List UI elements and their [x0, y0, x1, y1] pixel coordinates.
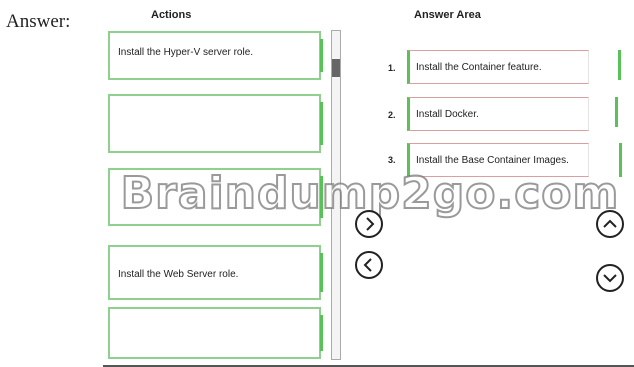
move-up-button[interactable]: [596, 210, 624, 238]
answer-item-label: Install the Container feature.: [416, 62, 542, 73]
answer-slot-indicator: [618, 50, 621, 80]
chevron-left-icon: [363, 258, 372, 272]
move-right-button[interactable]: [355, 210, 383, 238]
move-left-button[interactable]: [355, 251, 383, 279]
answer-slot-indicator: [615, 97, 618, 127]
answer-item-label: Install the Base Container Images.: [416, 155, 569, 166]
move-down-button[interactable]: [596, 264, 624, 292]
answer-item[interactable]: Install Docker.: [407, 97, 589, 131]
answer-item-number: 2.: [388, 110, 396, 120]
action-item[interactable]: [108, 307, 323, 359]
answer-item-number: 3.: [388, 155, 396, 165]
action-item[interactable]: Install the Web Server role.: [108, 245, 323, 300]
answer-item-number: 1.: [388, 63, 396, 73]
action-item-label: Install the Hyper-V server role.: [118, 47, 254, 58]
answer-item-label: Install Docker.: [416, 109, 479, 120]
action-item-label: Install the Web Server role.: [118, 269, 239, 280]
actions-heading: Actions: [151, 9, 192, 21]
chevron-up-icon: [603, 219, 617, 228]
action-item[interactable]: [108, 94, 323, 153]
action-item[interactable]: Install the Hyper-V server role.: [108, 31, 323, 80]
answer-item[interactable]: Install the Container feature.: [407, 50, 589, 84]
answer-area-heading: Answer Area: [414, 9, 481, 21]
chevron-down-icon: [603, 274, 617, 283]
scrollbar-thumb[interactable]: [332, 59, 340, 77]
answer-label: Answer:: [6, 11, 71, 32]
chevron-right-icon: [366, 217, 375, 231]
